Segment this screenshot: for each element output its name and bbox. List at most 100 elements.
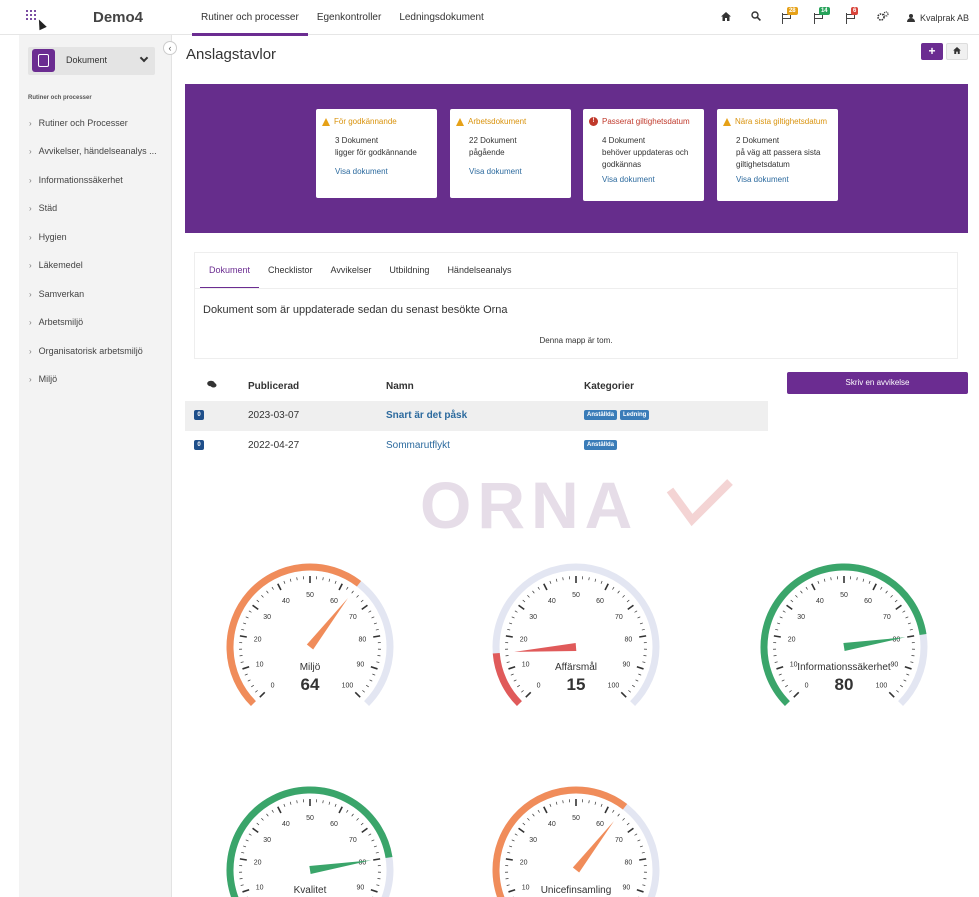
gauge-tick [543,583,548,591]
sidebar-item[interactable]: › Informationssäkerhet [29,175,123,185]
mouse-cursor-icon [35,17,47,31]
view-documents-link[interactable]: Visa dokument [322,167,431,176]
gauge-tick-label: 70 [349,614,357,621]
table-row[interactable]: 0 2022-04-27 Sommarutflykt Anställda [185,431,768,461]
gauge-tick [245,616,249,619]
flag-notification-icon[interactable]: 14 [813,6,830,24]
tab-utbildning[interactable]: Utbildning [380,253,438,289]
home-button[interactable] [946,43,968,60]
collapse-sidebar-button[interactable]: ‹ [163,41,177,55]
gauge-tick [508,889,516,893]
search-icon[interactable] [751,11,761,24]
gauge-tick [641,629,645,631]
gauge-tick [338,583,343,591]
chevron-down-icon [139,53,149,63]
table-row[interactable]: 0 2023-03-07 Snart är det påsk Anställda… [185,401,768,431]
gauge-tick-label: 50 [306,592,314,599]
gauge-tick [334,803,337,807]
gauge-tick [600,803,603,807]
gauge-tick-label: 30 [529,614,537,621]
gauge-tick-label: 70 [883,614,891,621]
chevron-right-icon: › [29,375,32,384]
row-name-link[interactable]: Sommarutflykt [386,440,450,451]
top-bar: Demo4 Rutiner och processer Egenkontroll… [0,0,979,36]
gauge-track [492,563,660,707]
gauge-tick [895,604,902,611]
gauge-tick-label: 20 [520,637,528,644]
gauge-tick [369,679,373,682]
settings-gears-icon[interactable] [877,11,889,24]
flag-notification-icon[interactable]: 6 [845,6,859,24]
gauge-tick [776,666,784,670]
card-desc: på väg att passera sista giltighetsdatum [736,148,821,169]
tab-avvikelser[interactable]: Avvikelser [322,253,381,289]
gauge-tick [604,806,609,814]
sidebar-item[interactable]: › Hygien [29,232,67,242]
view-documents-link[interactable]: Visa dokument [723,175,832,184]
gauge-tick [296,800,298,804]
gauge-tick [517,684,520,688]
flag-notification-icon[interactable]: 28 [781,6,798,24]
gauge-tick [266,590,269,594]
gauge-track [226,786,394,897]
gauge-tick [907,622,911,625]
gauge-tick [522,599,526,603]
gauge-tick [617,590,620,594]
column-published[interactable]: Publicerad [248,381,299,392]
apps-grid-icon[interactable] [26,10,36,20]
gauge-tick [241,629,245,631]
gauge-tick-label: 30 [263,837,271,844]
gauge-tick-label: 10 [256,661,264,668]
gauge-tick [289,801,292,805]
sidebar-item[interactable]: › Samverkan [29,289,84,299]
sidebar: Dokument Rutiner och processer › Rutiner … [19,35,172,897]
tab-rutiner[interactable]: Rutiner och processer [192,0,308,36]
gauge-tick [322,577,324,581]
row-name-link[interactable]: Snart är det påsk [386,410,467,421]
tab-ledningsdokument[interactable]: Ledningsdokument [390,0,493,35]
gauge-tick [252,827,259,834]
sidebar-item-label: Organisatorisk arbetsmiljö [38,346,143,356]
tab-checklistor[interactable]: Checklistor [259,253,322,289]
tab-handelseanalys[interactable]: Händelseanalys [438,253,520,289]
write-deviation-button[interactable]: Skriv en avvikelse [787,372,968,394]
gauge-tick [588,800,590,804]
sidebar-item[interactable]: › Arbetsmiljö [29,317,83,327]
gauge-tick [830,577,832,581]
view-documents-link[interactable]: Visa dokument [589,175,698,184]
gauge-tick [351,590,354,594]
gauge-tick [642,884,646,886]
tab-dokument[interactable]: Dokument [200,253,260,289]
sidebar-item[interactable]: › Miljö [29,374,57,384]
home-icon[interactable] [720,11,731,24]
gauge-tick [894,599,898,603]
gauge-tick [885,590,888,594]
gauge-tick-label: 0 [805,682,809,689]
brand-title[interactable]: Demo4 [93,9,143,26]
view-documents-link[interactable]: Visa dokument [456,167,565,176]
sidebar-item[interactable]: › Rutiner och Processer [29,118,128,128]
comments-icon [207,380,217,392]
gauge-tick [805,586,808,590]
documents-panel: Dokument Checklistor Avvikelser Utbildni… [194,252,958,359]
gauge-tick [778,673,782,676]
gauge-tick [354,691,361,698]
gauge-tick-label: 70 [349,837,357,844]
column-name[interactable]: Namn [386,381,414,392]
gauge-tick [532,590,535,594]
column-categories[interactable]: Kategorier [584,381,634,392]
status-card-approval: För godkännande 3 Dokument ligger för go… [316,109,437,198]
gauge-tick-label: 60 [864,598,872,605]
gauge-value: 80 [835,675,854,694]
user-menu[interactable]: Kvalprak AB [906,13,969,23]
card-title: Arbetsdokument [468,117,527,126]
tab-egenkontroller[interactable]: Egenkontroller [308,0,390,35]
module-selector[interactable]: Dokument [28,47,155,75]
gauge-tick [271,586,274,590]
sidebar-item[interactable]: › Organisatorisk arbetsmiljö [29,346,143,356]
sidebar-item[interactable]: › Avvikelser, händelseanalys ... [29,146,157,156]
sidebar-item[interactable]: › Läkemedel [29,260,83,270]
add-button[interactable]: + [921,43,943,60]
sidebar-item[interactable]: › Städ [29,203,57,213]
divider [195,288,957,289]
